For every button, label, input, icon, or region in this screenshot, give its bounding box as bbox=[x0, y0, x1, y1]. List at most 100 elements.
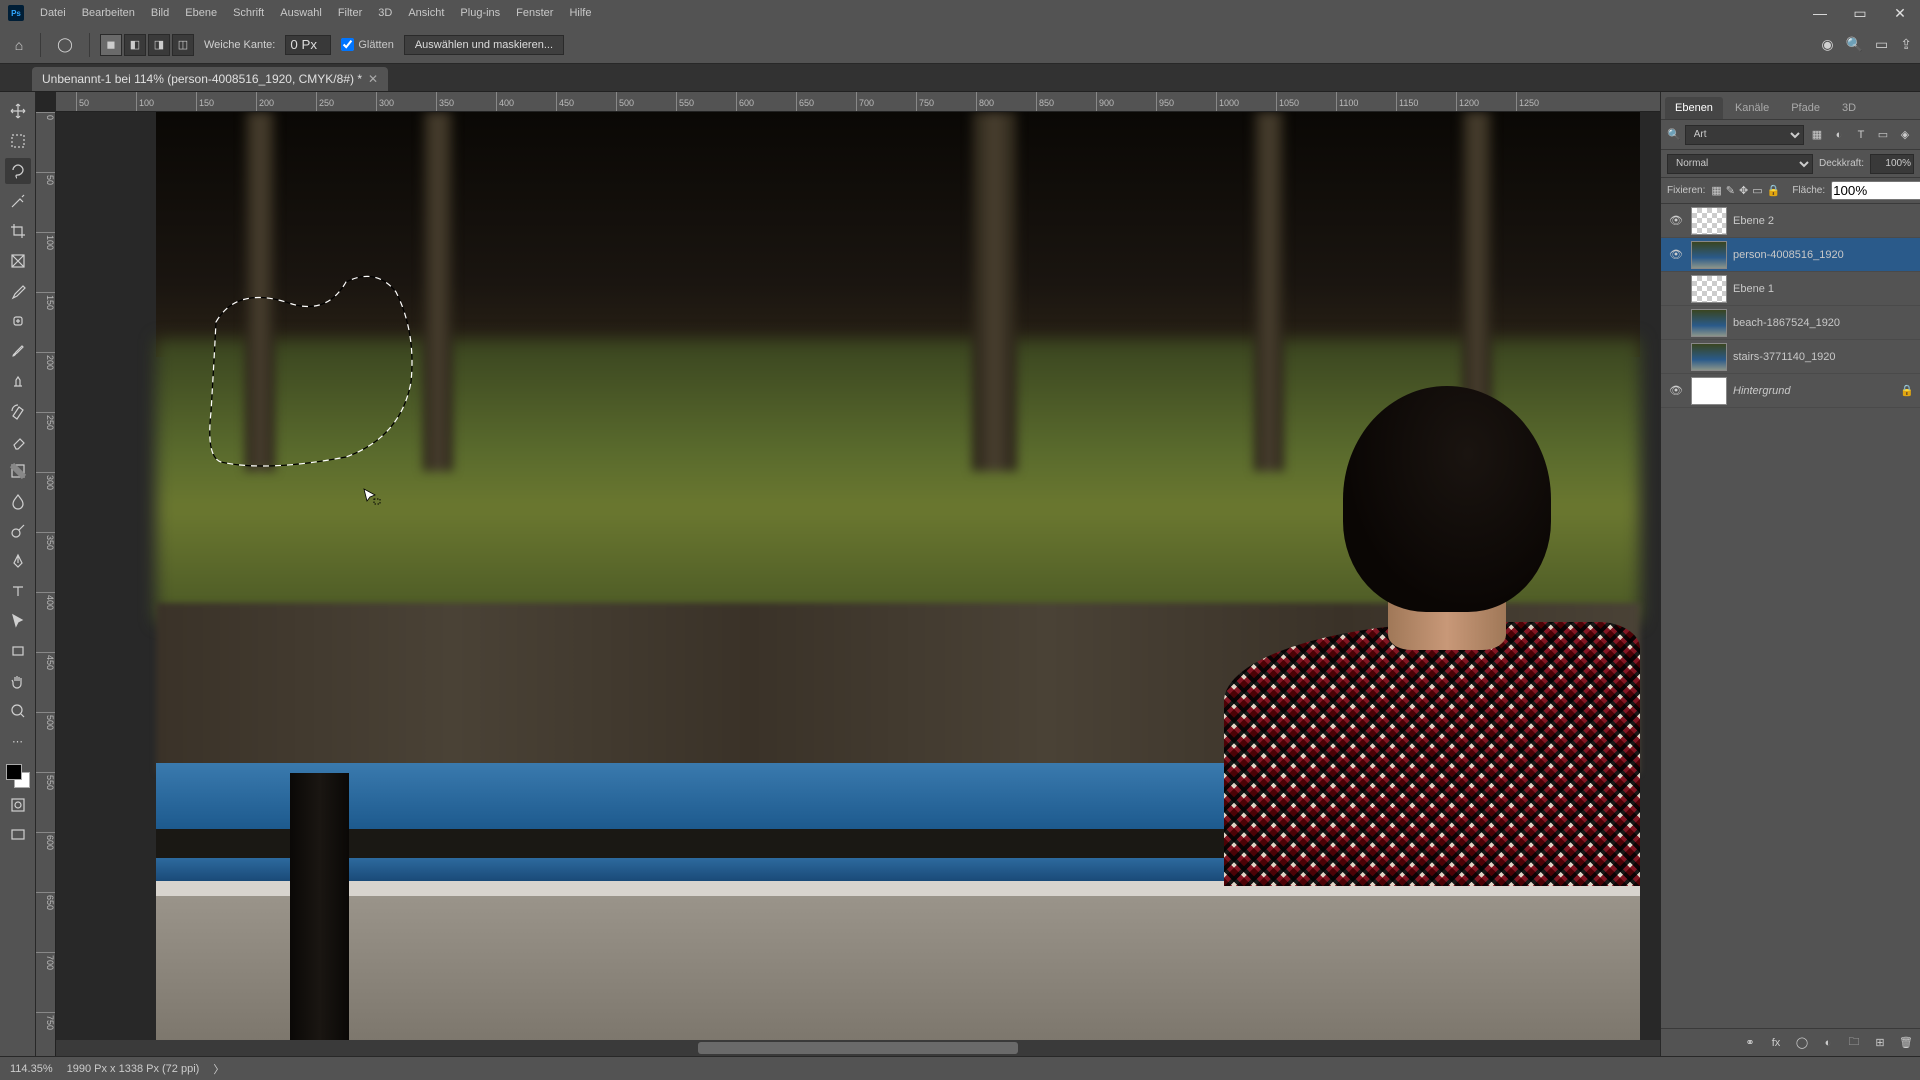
quick-selection-tool[interactable] bbox=[5, 188, 31, 214]
brush-tool[interactable] bbox=[5, 338, 31, 364]
new-layer-icon[interactable]: ⊞ bbox=[1872, 1035, 1888, 1051]
pen-tool[interactable] bbox=[5, 548, 31, 574]
edit-toolbar-button[interactable]: ⋯ bbox=[5, 728, 31, 754]
move-tool[interactable] bbox=[5, 98, 31, 124]
layer-filter-select[interactable]: Art bbox=[1685, 125, 1804, 145]
canvas-viewport[interactable] bbox=[56, 112, 1660, 1056]
eyedropper-tool[interactable] bbox=[5, 278, 31, 304]
filter-shape-icon[interactable]: ▭ bbox=[1874, 126, 1892, 144]
selection-subtract-button[interactable]: ◨ bbox=[148, 34, 170, 56]
cloud-docs-icon[interactable]: ◉ bbox=[1821, 36, 1833, 53]
tab-ebenen[interactable]: Ebenen bbox=[1665, 97, 1723, 119]
layer-row[interactable]: 👁 Ebene 2 bbox=[1661, 204, 1920, 238]
menu-datei[interactable]: Datei bbox=[40, 7, 66, 19]
dodge-tool[interactable] bbox=[5, 518, 31, 544]
filter-pixel-icon[interactable]: ▦ bbox=[1808, 126, 1826, 144]
layer-name-label[interactable]: beach-1867524_1920 bbox=[1733, 317, 1914, 329]
marquee-tool[interactable] bbox=[5, 128, 31, 154]
crop-tool[interactable] bbox=[5, 218, 31, 244]
menu-hilfe[interactable]: Hilfe bbox=[569, 7, 591, 19]
eraser-tool[interactable] bbox=[5, 428, 31, 454]
document-info[interactable]: 1990 Px x 1338 Px (72 ppi) bbox=[67, 1063, 200, 1075]
menu-ebene[interactable]: Ebene bbox=[185, 7, 217, 19]
document-tab[interactable]: Unbenannt-1 bei 114% (person-4008516_192… bbox=[32, 67, 388, 91]
layer-name-label[interactable]: Hintergrund bbox=[1733, 385, 1894, 397]
document-canvas[interactable] bbox=[156, 112, 1640, 1056]
delete-layer-icon[interactable]: 🗑 bbox=[1898, 1035, 1914, 1051]
window-restore-button[interactable]: ▭ bbox=[1848, 5, 1872, 21]
rectangle-tool[interactable] bbox=[5, 638, 31, 664]
horizontal-ruler[interactable]: 5010015020025030035040045050055060065070… bbox=[56, 92, 1660, 112]
zoom-tool[interactable] bbox=[5, 698, 31, 724]
menu-auswahl[interactable]: Auswahl bbox=[280, 7, 322, 19]
menu-plugins[interactable]: Plug-ins bbox=[460, 7, 500, 19]
antialias-check-input[interactable] bbox=[341, 38, 354, 51]
blend-mode-select[interactable]: Normal bbox=[1667, 154, 1813, 174]
home-icon[interactable]: ⌂ bbox=[8, 34, 30, 56]
lock-position-icon[interactable]: ✥ bbox=[1739, 184, 1748, 197]
layer-lock-icon[interactable]: 🔒 bbox=[1900, 384, 1914, 397]
share-icon[interactable]: ⇪ bbox=[1900, 36, 1912, 53]
layer-visibility-icon[interactable] bbox=[1667, 314, 1685, 332]
clone-stamp-tool[interactable] bbox=[5, 368, 31, 394]
lock-artboard-icon[interactable]: ▭ bbox=[1752, 184, 1762, 197]
layer-thumbnail[interactable] bbox=[1691, 275, 1727, 303]
window-minimize-button[interactable]: — bbox=[1808, 5, 1832, 21]
selection-add-button[interactable]: ◧ bbox=[124, 34, 146, 56]
menu-fenster[interactable]: Fenster bbox=[516, 7, 553, 19]
filter-smart-icon[interactable]: ◈ bbox=[1896, 126, 1914, 144]
layer-visibility-icon[interactable]: 👁 bbox=[1667, 382, 1685, 400]
menu-3d[interactable]: 3D bbox=[378, 7, 392, 19]
selection-intersect-button[interactable]: ◫ bbox=[172, 34, 194, 56]
selection-new-button[interactable]: ◼ bbox=[100, 34, 122, 56]
current-tool-lasso-icon[interactable]: ◯ bbox=[51, 34, 79, 56]
tab-3d[interactable]: 3D bbox=[1832, 97, 1866, 119]
fill-input[interactable] bbox=[1831, 181, 1920, 200]
close-tab-icon[interactable]: ✕ bbox=[368, 72, 378, 86]
search-icon[interactable]: 🔍 bbox=[1846, 36, 1863, 53]
layer-thumbnail[interactable] bbox=[1691, 377, 1727, 405]
new-adjustment-icon[interactable]: ◐ bbox=[1820, 1035, 1836, 1051]
tab-pfade[interactable]: Pfade bbox=[1781, 97, 1830, 119]
layer-row[interactable]: stairs-3771140_1920 bbox=[1661, 340, 1920, 374]
filter-type-icon[interactable]: T bbox=[1852, 126, 1870, 144]
layer-thumbnail[interactable] bbox=[1691, 343, 1727, 371]
layer-row[interactable]: 👁 Hintergrund 🔒 bbox=[1661, 374, 1920, 408]
lasso-tool[interactable] bbox=[5, 158, 31, 184]
workspace-frame-icon[interactable]: ▭ bbox=[1875, 36, 1888, 53]
menu-filter[interactable]: Filter bbox=[338, 7, 362, 19]
layer-row[interactable]: 👁 person-4008516_1920 bbox=[1661, 238, 1920, 272]
status-arrow-icon[interactable]: 〉 bbox=[213, 1061, 224, 1077]
layer-thumbnail[interactable] bbox=[1691, 309, 1727, 337]
hand-tool[interactable] bbox=[5, 668, 31, 694]
vertical-ruler[interactable]: 0501001502002503003504004505005506006507… bbox=[36, 112, 56, 1056]
layer-visibility-icon[interactable]: 👁 bbox=[1667, 212, 1685, 230]
link-layers-icon[interactable]: ⚭ bbox=[1742, 1035, 1758, 1051]
layer-visibility-icon[interactable]: 👁 bbox=[1667, 246, 1685, 264]
lock-all-icon[interactable]: ▦ bbox=[1711, 184, 1721, 197]
healing-brush-tool[interactable] bbox=[5, 308, 31, 334]
layer-visibility-icon[interactable] bbox=[1667, 348, 1685, 366]
type-tool[interactable] bbox=[5, 578, 31, 604]
opacity-input[interactable] bbox=[1870, 154, 1914, 174]
menu-bearbeiten[interactable]: Bearbeiten bbox=[82, 7, 135, 19]
path-selection-tool[interactable] bbox=[5, 608, 31, 634]
layer-name-label[interactable]: Ebene 1 bbox=[1733, 283, 1914, 295]
color-swatch[interactable] bbox=[6, 764, 30, 788]
zoom-level[interactable]: 114.35% bbox=[10, 1063, 53, 1075]
menu-schrift[interactable]: Schrift bbox=[233, 7, 264, 19]
window-close-button[interactable]: ✕ bbox=[1888, 5, 1912, 21]
history-brush-tool[interactable] bbox=[5, 398, 31, 424]
screen-mode-button[interactable] bbox=[5, 822, 31, 848]
layer-row[interactable]: beach-1867524_1920 bbox=[1661, 306, 1920, 340]
layer-name-label[interactable]: Ebene 2 bbox=[1733, 215, 1914, 227]
quick-mask-button[interactable] bbox=[5, 792, 31, 818]
layer-thumbnail[interactable] bbox=[1691, 207, 1727, 235]
layer-name-label[interactable]: person-4008516_1920 bbox=[1733, 249, 1914, 261]
layer-fx-icon[interactable]: fx bbox=[1768, 1035, 1784, 1051]
antialias-checkbox[interactable]: Glätten bbox=[341, 38, 393, 51]
layer-thumbnail[interactable] bbox=[1691, 241, 1727, 269]
layer-visibility-icon[interactable] bbox=[1667, 280, 1685, 298]
lock-pixels-icon[interactable]: ✎ bbox=[1726, 184, 1735, 197]
select-and-mask-button[interactable]: Auswählen und maskieren... bbox=[404, 35, 564, 55]
